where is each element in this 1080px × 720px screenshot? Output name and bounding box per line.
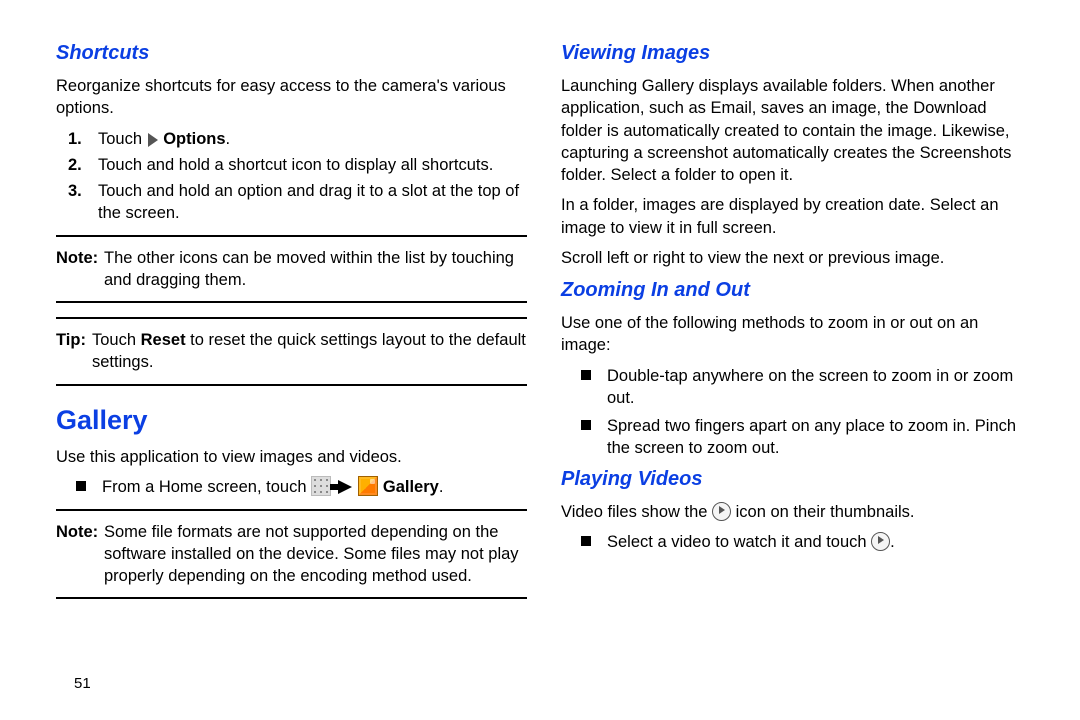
gallery-bullet: From a Home screen, touch Gallery.: [102, 476, 527, 498]
step1-post: .: [226, 130, 231, 148]
step-number: 1.: [56, 128, 96, 150]
heading-gallery: Gallery: [56, 402, 527, 438]
note-label: Note:: [56, 247, 104, 292]
step-number: 2.: [56, 154, 96, 176]
playing-p1-pre: Video files show the: [561, 503, 712, 521]
tip-bold: Reset: [141, 331, 186, 349]
gallery-app-icon: [358, 476, 378, 496]
play-circle-icon: [712, 502, 731, 521]
viewing-p2: In a folder, images are displayed by cre…: [561, 194, 1032, 239]
step-number: 3.: [56, 180, 96, 225]
chevron-right-icon: [148, 133, 158, 147]
divider: [56, 317, 527, 319]
gallery-bullet-list: From a Home screen, touch Gallery.: [56, 476, 527, 498]
playing-p1-post: icon on their thumbnails.: [731, 503, 914, 521]
page-number: 51: [74, 674, 91, 694]
zoom-b1: Double-tap anywhere on the screen to zoo…: [607, 365, 1032, 410]
right-column: Viewing Images Launching Gallery display…: [561, 34, 1032, 609]
tip-label: Tip:: [56, 329, 92, 374]
gallery-bullet-pre: From a Home screen, touch: [102, 478, 311, 496]
heading-zooming: Zooming In and Out: [561, 277, 1032, 304]
step-2: Touch and hold a shortcut icon to displa…: [96, 154, 527, 176]
zoom-intro: Use one of the following methods to zoom…: [561, 312, 1032, 357]
viewing-p1: Launching Gallery displays available fol…: [561, 75, 1032, 186]
tip-pre: Touch: [92, 331, 141, 349]
divider: [56, 509, 527, 511]
divider: [56, 235, 527, 237]
playing-b1: Select a video to watch it and touch .: [607, 531, 1032, 553]
step1-bold: Options: [163, 130, 225, 148]
square-bullet-icon: [581, 420, 591, 430]
tip-text: Touch Reset to reset the quick settings …: [92, 329, 527, 374]
apps-grid-icon: [311, 476, 331, 496]
divider: [56, 597, 527, 599]
tip-shortcuts: Tip: Touch Reset to reset the quick sett…: [56, 329, 527, 374]
heading-shortcuts: Shortcuts: [56, 40, 527, 67]
heading-viewing-images: Viewing Images: [561, 40, 1032, 67]
playing-b1-post: .: [890, 533, 895, 551]
playing-p1: Video files show the icon on their thumb…: [561, 501, 1032, 523]
square-bullet-icon: [581, 370, 591, 380]
step-3: Touch and hold an option and drag it to …: [96, 180, 527, 225]
note-gallery: Note: Some file formats are not supporte…: [56, 521, 527, 588]
viewing-p3: Scroll left or right to view the next or…: [561, 247, 1032, 269]
gallery-bullet-bold: Gallery: [383, 478, 439, 496]
playing-b1-pre: Select a video to watch it and touch: [607, 533, 871, 551]
step-1: Touch Options.: [96, 128, 527, 150]
note-text: The other icons can be moved within the …: [104, 247, 527, 292]
square-bullet-icon: [76, 481, 86, 491]
playing-list: Select a video to watch it and touch .: [561, 531, 1032, 553]
note-shortcuts: Note: The other icons can be moved withi…: [56, 247, 527, 292]
arrow-right-icon: [338, 480, 352, 494]
step1-pre: Touch: [98, 130, 147, 148]
heading-playing-videos: Playing Videos: [561, 466, 1032, 493]
zoom-b2: Spread two fingers apart on any place to…: [607, 415, 1032, 460]
gallery-bullet-post: .: [439, 478, 444, 496]
shortcuts-steps: 1. Touch Options. 2. Touch and hold a sh…: [56, 128, 527, 225]
divider: [56, 301, 527, 303]
play-circle-icon: [871, 532, 890, 551]
note-text: Some file formats are not supported depe…: [104, 521, 527, 588]
square-bullet-icon: [581, 536, 591, 546]
shortcuts-intro: Reorganize shortcuts for easy access to …: [56, 75, 527, 120]
gallery-intro: Use this application to view images and …: [56, 446, 527, 468]
divider: [56, 384, 527, 386]
left-column: Shortcuts Reorganize shortcuts for easy …: [56, 34, 527, 609]
note-label: Note:: [56, 521, 104, 588]
zoom-list: Double-tap anywhere on the screen to zoo…: [561, 365, 1032, 460]
